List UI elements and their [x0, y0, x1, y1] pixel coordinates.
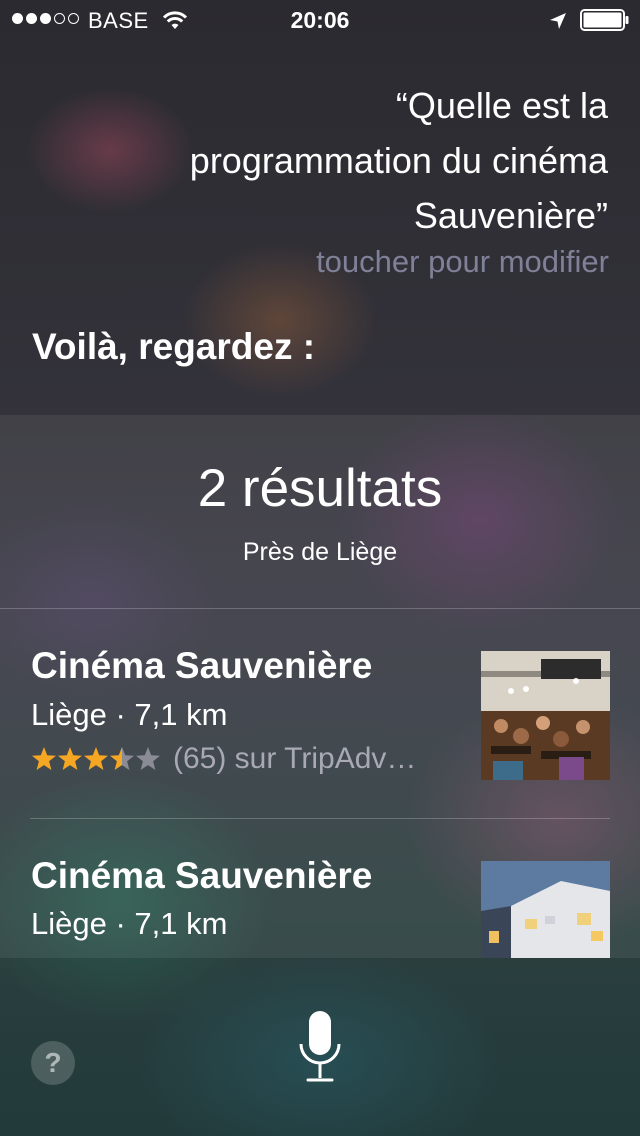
half-star-icon	[110, 747, 134, 770]
tap-to-edit-hint[interactable]: toucher pour modifier	[316, 244, 609, 280]
clock: 20:06	[290, 7, 350, 33]
result-name: Cinéma Sauvenière	[31, 855, 373, 896]
star-icon	[32, 747, 56, 770]
star-icon	[84, 747, 108, 770]
divider	[0, 608, 640, 609]
results-location: Près de Liège	[242, 538, 398, 566]
help-button[interactable]: ?	[31, 1041, 75, 1085]
location-arrow-icon	[548, 10, 568, 37]
result-name: Cinéma Sauvenière	[31, 645, 373, 686]
siri-query-text[interactable]: “Quelle est la programmation du cinéma S…	[188, 78, 608, 243]
divider	[30, 818, 610, 819]
cinema-interior-photo	[481, 651, 610, 780]
rating-text: (65) sur TripAdv…	[173, 742, 417, 775]
star-icon	[58, 747, 82, 770]
cinema-building-photo	[481, 861, 610, 958]
rating-row: (65) sur TripAdv…	[31, 742, 416, 776]
microphone-icon[interactable]	[298, 1010, 342, 1089]
siri-response-text: Voilà, regardez :	[32, 326, 316, 367]
empty-star-icon	[136, 747, 160, 770]
results-count: 2 résultats	[197, 459, 443, 518]
result-meta: Liège · 7,1 km	[31, 697, 228, 732]
status-bar: BASE 20:06	[0, 0, 640, 40]
result-meta: Liège · 7,1 km	[31, 906, 228, 941]
battery-icon	[580, 9, 630, 37]
star-rating	[31, 746, 163, 772]
